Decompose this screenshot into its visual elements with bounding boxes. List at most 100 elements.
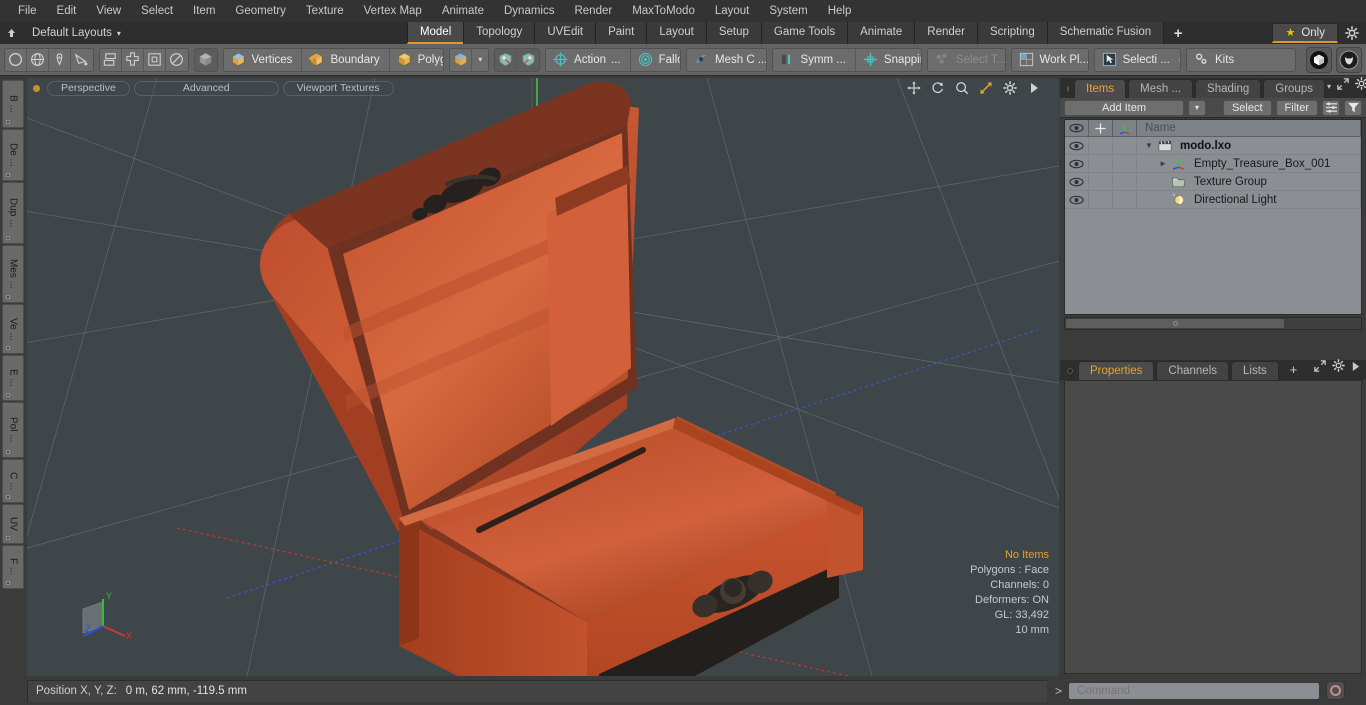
move-icon[interactable] [906,80,921,95]
tab-mesh[interactable]: Mesh ... [1128,79,1194,98]
expander-expand-icon[interactable]: ► [1159,159,1172,168]
row-name-cell[interactable]: ► Empty_Treasure_Box_001 [1137,155,1361,172]
array-icon[interactable] [122,48,144,71]
selection-mode-boundary[interactable]: Boundary [302,48,390,71]
circle-icon[interactable] [5,48,27,71]
menu-item-view[interactable]: View [86,0,131,22]
curve-icon[interactable] [71,49,93,71]
gear-icon[interactable] [1002,80,1017,95]
left-tab-7[interactable]: C ... [2,459,24,503]
item-list-horizontal-scrollbar[interactable] [1064,317,1362,330]
item-list-row[interactable]: Directional Light [1065,191,1361,209]
viewport-perspective-button[interactable]: Perspective [47,80,130,96]
item-list-row[interactable]: ► Empty_Treasure_Box_001 [1065,155,1361,173]
gear-icon[interactable] [1338,22,1366,44]
selection-mode-vertices[interactable]: Vertices [224,48,303,71]
menu-item-item[interactable]: Item [183,0,225,22]
magnify-icon[interactable] [954,80,969,95]
menu-item-texture[interactable]: Texture [296,0,354,22]
row-visibility-eye-icon[interactable] [1065,191,1089,208]
menu-item-system[interactable]: System [759,0,817,22]
row-visibility-eye-icon[interactable] [1065,173,1089,190]
menu-item-vertex-map[interactable]: Vertex Map [354,0,432,22]
polygon-cube-icon[interactable] [450,48,473,71]
tab-properties[interactable]: Properties [1078,361,1155,380]
menu-item-file[interactable]: File [8,0,47,22]
add-item-dropdown-caret[interactable]: ▾ [1188,99,1206,116]
menu-item-layout[interactable]: Layout [705,0,760,22]
play-icon[interactable] [1351,359,1360,377]
menu-item-animate[interactable]: Animate [432,0,494,22]
list-options-icon[interactable] [1322,99,1340,116]
symmetry-button[interactable]: Symm ... [773,48,856,71]
row-visibility-eye-icon[interactable] [1065,137,1089,154]
expand-icon[interactable] [1337,77,1349,95]
layout-tab-animate[interactable]: Animate [847,22,916,44]
left-tab-9[interactable]: F ... [2,545,24,589]
selection-set-button[interactable]: Selecti ... [1095,49,1180,71]
select-through-button[interactable]: Select T... [928,49,1005,71]
layout-tab-model[interactable]: Model [406,22,465,44]
menu-item-dynamics[interactable]: Dynamics [494,0,564,22]
tab-items[interactable]: Items [1074,79,1127,98]
row-name-cell[interactable]: ▼ modo.lxo [1137,137,1361,154]
left-tab-2[interactable]: Dup ... [2,182,24,244]
left-tab-4[interactable]: Ve ... [2,304,24,354]
globe-icon[interactable] [27,48,49,71]
tab-shading[interactable]: Shading [1195,79,1262,98]
add-properties-tab-button[interactable]: + [1281,361,1307,380]
layout-tab-paint[interactable]: Paint [595,22,648,44]
play-icon[interactable] [1026,80,1041,95]
properties-indicator-dot[interactable] [1067,368,1073,374]
layout-tab-layout[interactable]: Layout [646,22,707,44]
menu-item-maxtomodo[interactable]: MaxToModo [622,0,705,22]
tab-lists[interactable]: Lists [1231,361,1279,380]
item-list-row[interactable]: Texture Group [1065,173,1361,191]
work-plane-button[interactable]: Work Pl... [1012,49,1088,71]
row-name-cell[interactable]: Texture Group [1137,173,1361,190]
expander-collapse-icon[interactable]: ▼ [1145,141,1158,150]
item-list[interactable]: Name ▼ modo.lxo ► Empty_Treasure_Box_001 Tex… [1064,119,1362,315]
tab-channels[interactable]: Channels [1156,361,1230,380]
pen-icon[interactable] [49,48,71,71]
unreal-logo-icon[interactable] [1336,46,1362,73]
select-button[interactable]: Select [1222,99,1272,116]
fit-icon[interactable] [978,80,993,95]
item-list-row[interactable]: ▼ modo.lxo [1065,137,1361,155]
shield-right-icon[interactable] [517,49,539,71]
left-tab-6[interactable]: Pol ... [2,402,24,458]
left-tab-8[interactable]: UV [2,504,24,544]
only-toggle-button[interactable]: ★ Only [1272,23,1338,43]
menu-item-edit[interactable]: Edit [47,0,87,22]
slice-icon[interactable] [166,49,188,71]
chevron-down-icon[interactable]: ▾ [1327,82,1331,91]
chevron-down-icon[interactable]: ▾ [472,49,488,71]
modo-logo-icon[interactable] [1306,46,1332,73]
add-layout-tab-button[interactable]: + [1163,22,1193,44]
left-tab-0[interactable]: B ... [2,80,24,128]
gear-icon[interactable] [1355,77,1366,95]
layout-tab-topology[interactable]: Topology [463,22,536,44]
layout-tab-schematic-fusion[interactable]: Schematic Fusion [1046,22,1165,44]
row-name-cell[interactable]: Directional Light [1137,191,1361,208]
left-tab-5[interactable]: E ... [2,355,24,401]
rotate-icon[interactable] [930,80,945,95]
action-center-button[interactable]: Action ... [546,48,631,71]
3d-viewport[interactable]: Perspective Advanced Viewport Textures N… [27,78,1059,676]
funnel-icon[interactable] [1344,99,1362,116]
item-mode-icon[interactable] [195,49,217,71]
layout-tab-setup[interactable]: Setup [705,22,762,44]
menu-item-select[interactable]: Select [131,0,183,22]
kits-button[interactable]: Kits [1187,49,1295,71]
scrollbar-thumb[interactable] [1066,319,1284,328]
menu-item-help[interactable]: Help [818,0,862,22]
shield-left-icon[interactable] [495,48,518,71]
layout-tab-render[interactable]: Render [914,22,978,44]
left-tab-3[interactable]: Mes ... [2,245,24,303]
snapping-button[interactable]: Snapping [856,49,921,71]
mirror-icon[interactable] [100,48,122,71]
viewport-textures-button[interactable]: Viewport Textures [282,80,394,96]
mesh-constraint-button[interactable]: Mesh C ... [687,49,766,71]
filter-button[interactable]: Filter [1275,99,1318,116]
command-input[interactable] [1068,681,1321,700]
